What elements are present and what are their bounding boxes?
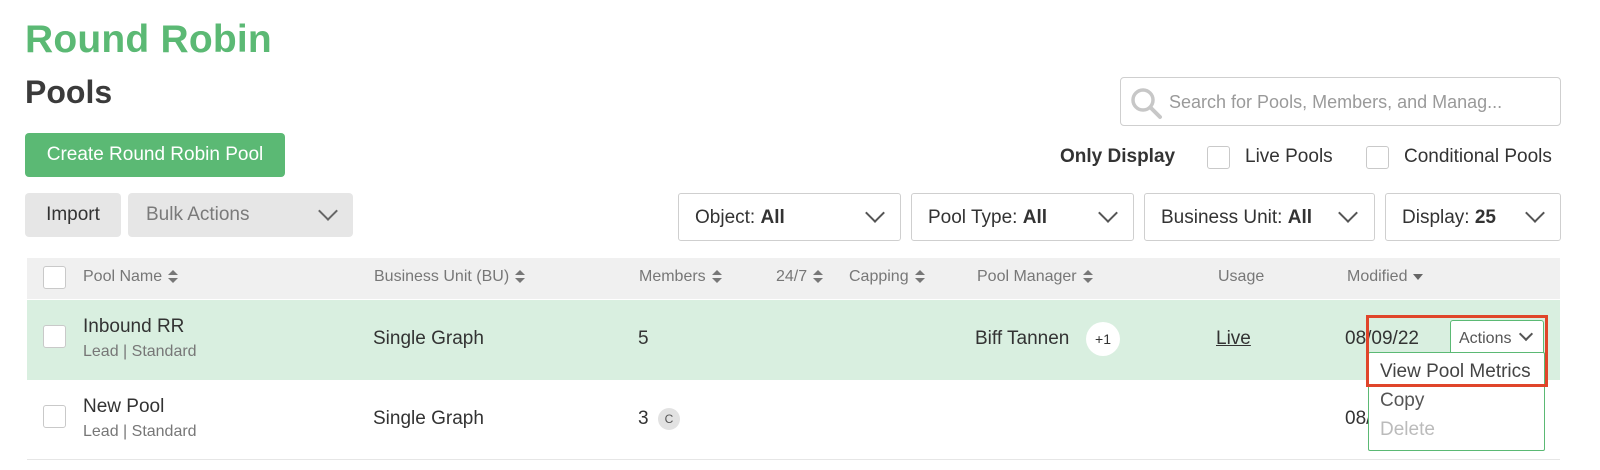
search-box[interactable] — [1120, 77, 1561, 126]
column-24-7[interactable]: 24/7 — [776, 268, 824, 286]
import-button[interactable]: Import — [25, 193, 121, 237]
chevron-down-icon — [318, 201, 338, 221]
pool-name[interactable]: Inbound RR — [83, 316, 184, 338]
business-unit-filter-value: All — [1287, 207, 1313, 228]
object-filter-label: Object: — [695, 207, 761, 228]
modified-cell: 08/09/22 — [1345, 328, 1419, 349]
table-header: Pool Name Business Unit (BU) Members 24/… — [27, 258, 1560, 299]
pool-type-filter[interactable]: Pool Type: All — [911, 193, 1134, 241]
table-row[interactable]: Inbound RR Lead | Standard Single Graph … — [27, 300, 1560, 380]
members-cell: 5 — [638, 328, 649, 349]
pool-subtitle: Lead | Standard — [83, 343, 197, 360]
chevron-down-icon — [1525, 203, 1545, 223]
menu-item-copy[interactable]: Copy — [1380, 390, 1424, 412]
object-filter-value: All — [760, 207, 785, 228]
row-checkbox[interactable] — [43, 405, 66, 428]
column-usage: Usage — [1218, 268, 1265, 285]
column-business-unit[interactable]: Business Unit (BU) — [374, 268, 526, 286]
sort-icon — [711, 269, 722, 284]
search-input[interactable] — [1169, 88, 1549, 116]
live-pools-checkbox[interactable] — [1207, 146, 1230, 169]
business-unit-cell: Single Graph — [373, 408, 484, 429]
members-cell: 3 — [638, 408, 649, 429]
app-title: Round Robin — [25, 18, 272, 61]
business-unit-filter[interactable]: Business Unit: All — [1144, 193, 1375, 241]
pool-name[interactable]: New Pool — [83, 396, 164, 418]
sort-icon — [515, 269, 526, 284]
search-icon — [1131, 88, 1162, 119]
actions-button-label: Actions — [1459, 330, 1512, 347]
menu-item-delete[interactable]: Delete — [1380, 419, 1435, 441]
display-count-filter[interactable]: Display: 25 — [1385, 193, 1561, 241]
select-all-checkbox[interactable] — [43, 266, 66, 289]
chevron-down-icon — [865, 203, 885, 223]
business-unit-filter-label: Business Unit: — [1161, 207, 1288, 228]
column-capping[interactable]: Capping — [849, 268, 925, 286]
live-pools-label[interactable]: Live Pools — [1245, 146, 1333, 168]
display-count-value: 25 — [1474, 207, 1496, 228]
actions-button[interactable]: Actions — [1450, 320, 1544, 356]
manager-extra-badge[interactable]: +1 — [1086, 322, 1120, 356]
actions-menu: View Pool Metrics Copy Delete — [1368, 352, 1545, 451]
column-pool-name[interactable]: Pool Name — [83, 268, 179, 286]
pool-manager-cell: Biff Tannen — [975, 328, 1070, 349]
page-title: Pools — [25, 74, 113, 110]
pool-type-filter-value: All — [1022, 207, 1047, 228]
sort-icon — [168, 269, 179, 284]
column-pool-manager[interactable]: Pool Manager — [977, 268, 1093, 286]
pool-type-filter-label: Pool Type: — [928, 207, 1023, 228]
chevron-down-icon — [1518, 326, 1534, 342]
object-filter[interactable]: Object: All — [678, 193, 901, 241]
create-pool-button[interactable]: Create Round Robin Pool — [25, 133, 285, 177]
sort-icon — [914, 269, 925, 284]
conditional-badge: C — [658, 408, 680, 430]
sort-icon — [813, 269, 824, 284]
conditional-pools-checkbox[interactable] — [1366, 146, 1389, 169]
row-checkbox[interactable] — [43, 325, 66, 348]
business-unit-cell: Single Graph — [373, 328, 484, 349]
bulk-actions-dropdown[interactable]: Bulk Actions — [128, 193, 353, 237]
pool-subtitle: Lead | Standard — [83, 423, 197, 440]
sort-desc-icon — [1413, 273, 1424, 280]
table-row[interactable]: New Pool Lead | Standard Single Graph 3 … — [27, 380, 1560, 460]
usage-live-link[interactable]: Live — [1216, 328, 1251, 350]
only-display-label: Only Display — [1060, 146, 1176, 167]
bulk-actions-label: Bulk Actions — [146, 204, 250, 225]
display-count-label: Display: — [1402, 207, 1475, 228]
sort-icon — [1082, 269, 1093, 284]
column-modified[interactable]: Modified — [1347, 268, 1424, 286]
chevron-down-icon — [1338, 203, 1358, 223]
column-members[interactable]: Members — [639, 268, 722, 286]
chevron-down-icon — [1098, 203, 1118, 223]
conditional-pools-label[interactable]: Conditional Pools — [1404, 146, 1552, 168]
menu-item-view-pool-metrics[interactable]: View Pool Metrics — [1380, 361, 1531, 383]
